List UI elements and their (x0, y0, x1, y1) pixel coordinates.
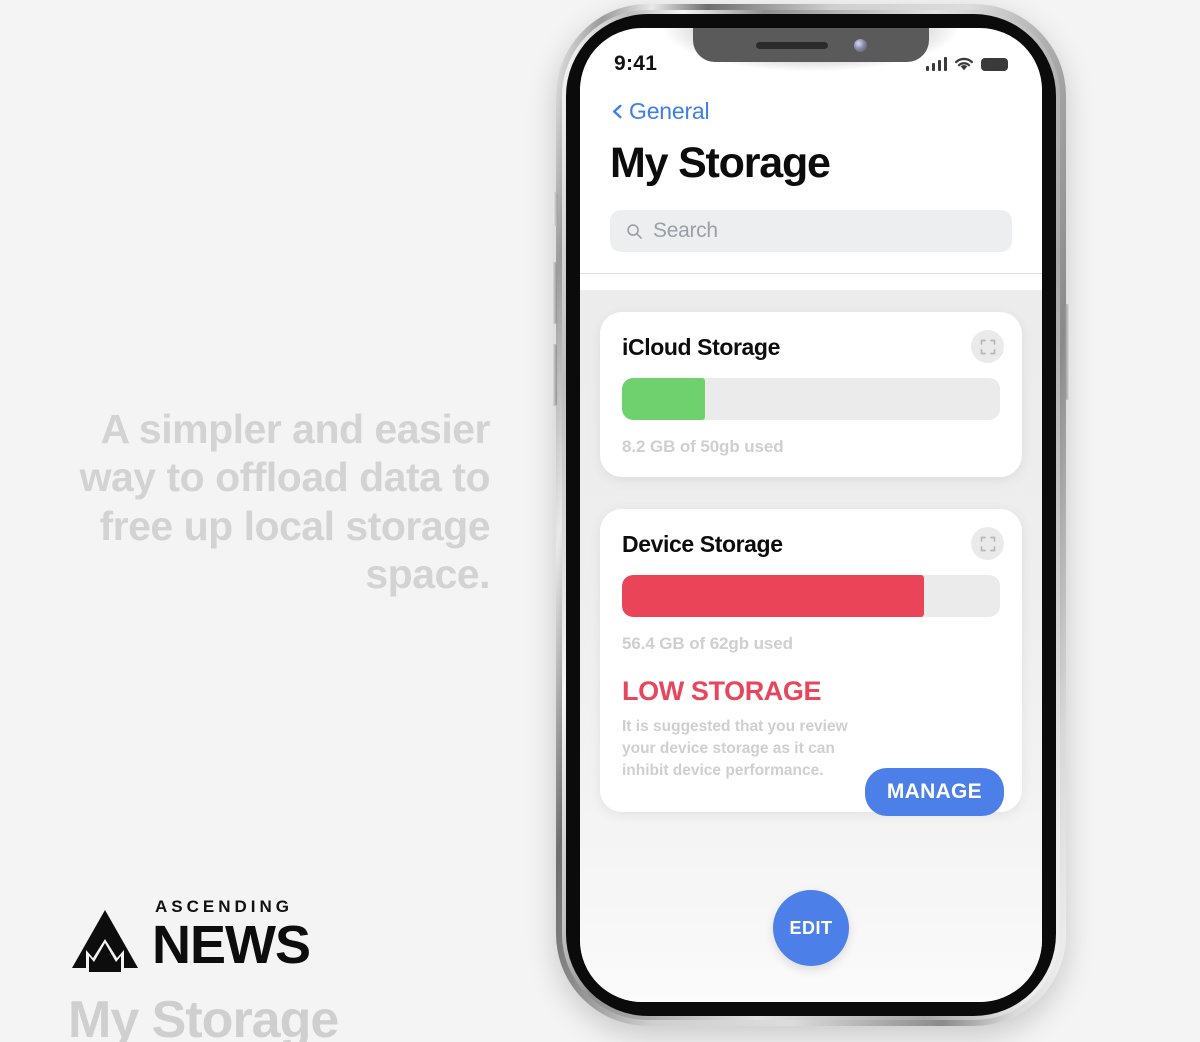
icloud-progress-track (622, 378, 1000, 420)
watermark-title: My Storage (68, 991, 339, 1042)
expand-corners-icon (980, 536, 995, 551)
power-button[interactable] (1065, 304, 1070, 400)
volume-down-button[interactable] (552, 344, 557, 406)
navigation-header: General My Storage Search (580, 86, 1042, 274)
device-storage-card: Device Storage 56.4 GB of 62gb used LOW … (600, 509, 1022, 816)
front-camera-icon (853, 38, 867, 52)
expand-icon[interactable] (971, 527, 1004, 560)
status-indicators (925, 57, 1008, 72)
device-progress-fill (622, 575, 925, 617)
promo-tagline: A simpler and easier way to offload data… (79, 406, 491, 598)
icloud-usage-text: 8.2 GB of 50gb used (622, 437, 784, 456)
volume-up-button[interactable] (552, 262, 557, 324)
promo-panel: A simpler and easier way to offload data… (0, 0, 560, 1042)
status-time: 9:41 (614, 52, 658, 75)
mute-switch[interactable] (553, 192, 558, 226)
device-progress-track (622, 575, 1000, 617)
card-title: Device Storage (622, 531, 783, 557)
low-storage-warning-title: LOW STORAGE (622, 676, 822, 706)
cellular-signal-icon (925, 57, 947, 71)
battery-full-icon (981, 57, 1008, 71)
storage-content: iCloud Storage 8.2 GB of 50gb used Devic… (580, 290, 1042, 1002)
mountain-triangle-icon (72, 910, 138, 972)
brand-kicker: ASCENDING (155, 897, 294, 916)
notch (693, 28, 929, 62)
icloud-progress-fill (622, 378, 706, 420)
back-to-general-link[interactable]: General (580, 86, 1042, 125)
expand-corners-icon (980, 339, 995, 354)
brand-lockup: ASCENDING NEWS (72, 897, 311, 975)
search-icon (627, 223, 642, 239)
brand-wordmark: NEWS (152, 915, 311, 975)
header-divider (580, 273, 1042, 274)
chevron-left-icon (613, 104, 622, 119)
search-placeholder: Search (653, 219, 718, 242)
iphone-mockup: 9:41 General My Storage Search iCloud St… (552, 4, 1070, 1026)
earpiece-speaker-icon (755, 41, 828, 49)
edit-button[interactable]: EDIT (773, 890, 849, 966)
expand-icon[interactable] (971, 330, 1004, 363)
low-storage-warning-body: It is suggested that you review your dev… (622, 718, 848, 779)
search-input[interactable]: Search (610, 210, 1012, 252)
card-title: iCloud Storage (622, 334, 780, 360)
edit-button-wrap: EDIT (580, 890, 1042, 966)
wifi-icon (955, 57, 973, 70)
phone-screen: 9:41 General My Storage Search iCloud St… (580, 28, 1042, 1002)
icloud-storage-card: iCloud Storage 8.2 GB of 50gb used (600, 312, 1022, 477)
manage-button[interactable]: MANAGE (864, 768, 1004, 816)
device-usage-text: 56.4 GB of 62gb used (622, 634, 793, 653)
back-label: General (629, 98, 710, 124)
page-title: My Storage (610, 139, 831, 187)
